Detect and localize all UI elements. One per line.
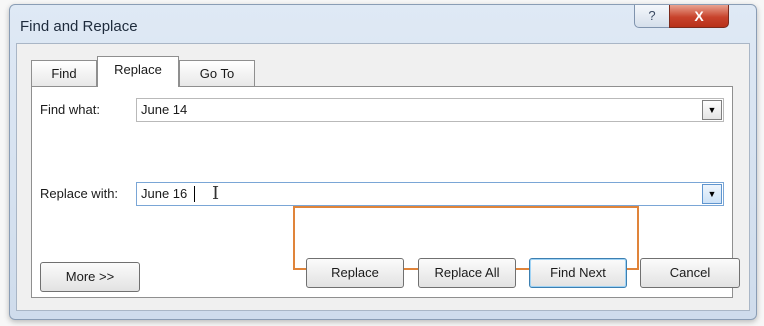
cancel-button[interactable]: Cancel (640, 258, 740, 288)
more-button[interactable]: More >> (40, 262, 140, 292)
help-button[interactable]: ? (634, 5, 670, 28)
find-what-input[interactable]: June 14 ▼ (136, 98, 724, 122)
text-cursor-icon: I (212, 183, 220, 204)
find-what-label: Find what: (40, 102, 100, 117)
tab-replace[interactable]: Replace (97, 56, 179, 87)
chevron-down-icon[interactable]: ▼ (702, 184, 722, 204)
close-button[interactable]: X (669, 5, 729, 28)
dialog-title: Find and Replace (20, 18, 138, 35)
text-caret (194, 186, 195, 202)
find-next-button[interactable]: Find Next (529, 258, 627, 288)
replace-with-label: Replace with: (40, 186, 119, 201)
find-what-value: June 14 (141, 102, 188, 117)
chevron-down-icon[interactable]: ▼ (702, 100, 722, 120)
replace-with-input[interactable]: June 16 I ▼ (136, 182, 724, 206)
replace-button[interactable]: Replace (306, 258, 404, 288)
tab-find[interactable]: Find (31, 60, 97, 87)
title-bar: Find and Replace ? X (10, 5, 756, 43)
replace-all-button[interactable]: Replace All (418, 258, 516, 288)
find-replace-dialog: Find and Replace ? X Find Replace Go To … (9, 4, 757, 320)
replace-with-value: June 16 (141, 186, 188, 201)
tab-go-to[interactable]: Go To (179, 60, 255, 87)
